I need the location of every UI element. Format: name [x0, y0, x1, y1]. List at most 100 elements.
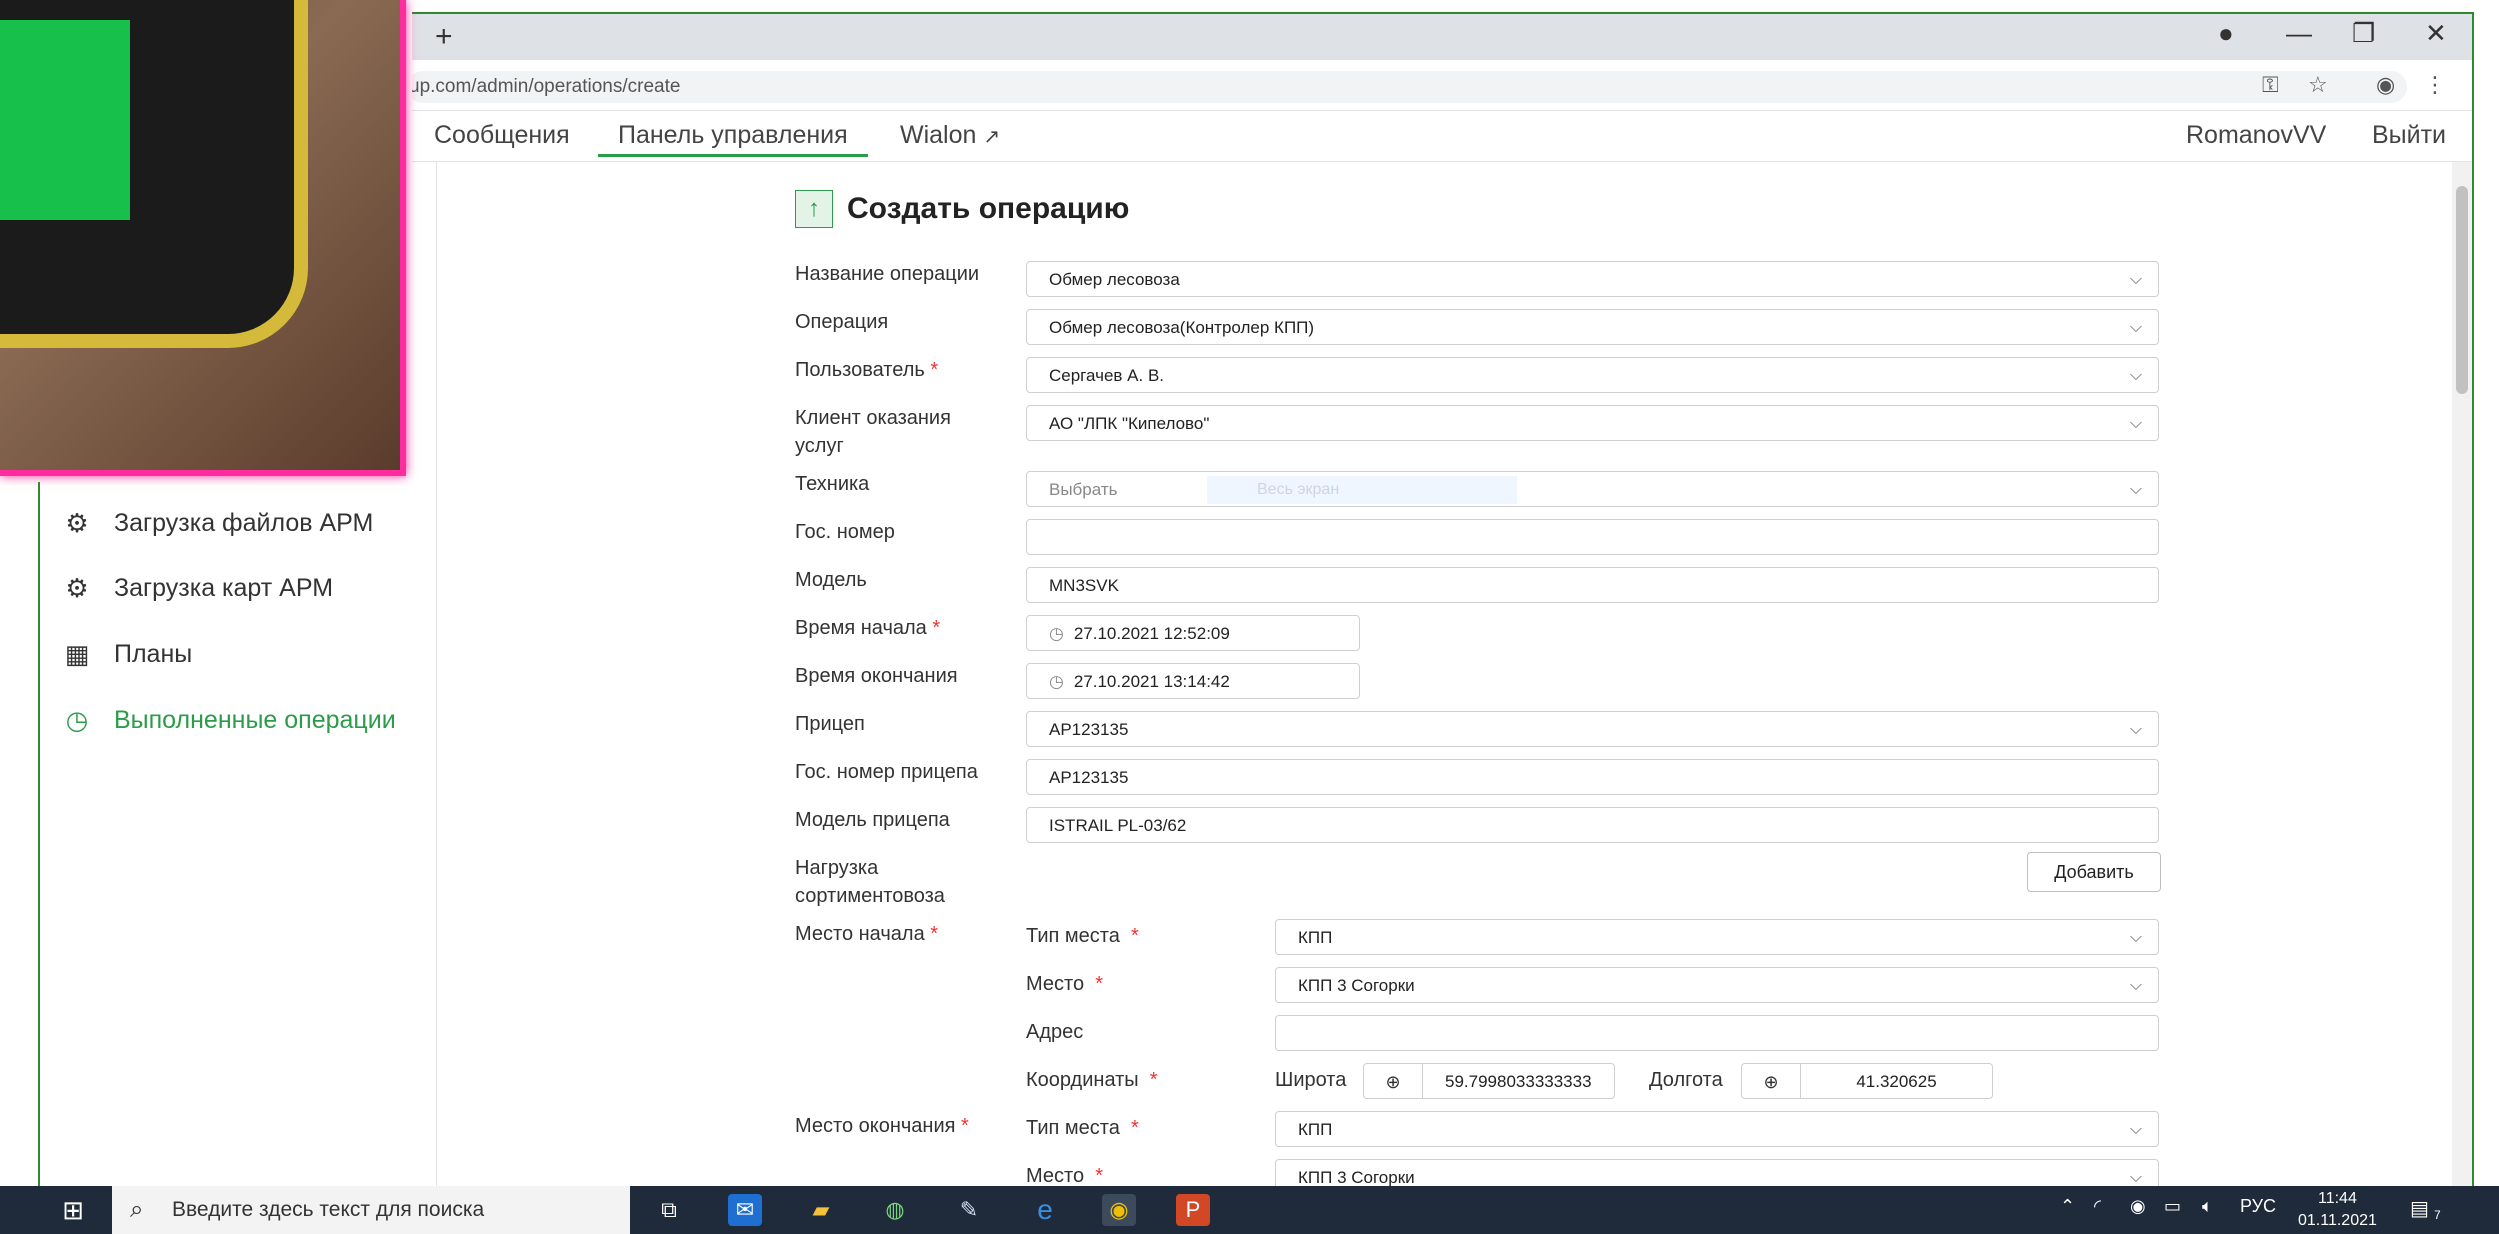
label-longitude: Долгота: [1649, 1069, 1723, 1091]
label-op-name: Название операции: [795, 263, 980, 285]
clock-icon: ◷: [1049, 672, 1064, 691]
label-end-place-name: Место *: [1026, 1165, 1103, 1188]
add-load-button[interactable]: Добавить: [2027, 852, 2161, 892]
start-place-type-value: КПП: [1298, 928, 1333, 947]
label-user-text: Пользователь: [795, 359, 925, 381]
key-icon[interactable]: ⚿: [2262, 72, 2279, 98]
label-start-place-text: Место начала: [795, 923, 925, 945]
operation-select[interactable]: Обмер лесовоза(Контролер КПП) ⌵: [1026, 309, 2159, 345]
tray-chevron-icon[interactable]: ⌃: [2060, 1196, 2075, 1217]
label-start-address: Адрес: [1026, 1021, 1084, 1043]
volume-icon[interactable]: 🔈︎: [2202, 1196, 2213, 1217]
profile-icon[interactable]: ◉: [2376, 72, 2395, 98]
sidebar-item-label: Выполненные операции: [114, 706, 396, 734]
profile-dropdown-icon[interactable]: ●: [2218, 18, 2234, 49]
powerpoint-icon[interactable]: P: [1176, 1194, 1210, 1226]
latitude-value: 59.7998033333333: [1445, 1072, 1592, 1091]
trailer-select[interactable]: АР123135 ⌵: [1026, 711, 2159, 747]
gear-icon: ⚙: [65, 573, 89, 603]
vertical-scrollbar[interactable]: [2452, 162, 2472, 1204]
chevron-down-icon: ⌵: [2129, 319, 2142, 336]
longitude-input[interactable]: 41.320625: [1801, 1063, 1993, 1099]
minimize-button[interactable]: —: [2286, 18, 2312, 49]
sidebar-item-label: Загрузка карт АРМ: [114, 574, 334, 602]
label-start-type: Тип места *: [1026, 925, 1139, 948]
windows-start-icon[interactable]: ⊞: [56, 1194, 90, 1226]
logout-link[interactable]: Выйти: [2372, 121, 2446, 150]
user-select[interactable]: Сергачев А. В. ⌵: [1026, 357, 2159, 393]
start-address-input[interactable]: [1275, 1015, 2159, 1051]
model-input[interactable]: MN3SVK: [1026, 567, 2159, 603]
gos-number-input[interactable]: [1026, 519, 2159, 555]
nav-wialon[interactable]: Wialon ↗: [900, 121, 1000, 150]
sidebar-item-label: Планы: [114, 640, 193, 668]
label-latitude: Широта: [1275, 1069, 1347, 1091]
required-mark: *: [1130, 925, 1139, 947]
main-content: ↑ Создать операцию Название операции Обм…: [437, 162, 2472, 1204]
clock-time[interactable]: 11:44: [2318, 1190, 2357, 1208]
sidebar-item-arm-maps[interactable]: ⚙ Загрузка карт АРМ: [62, 573, 333, 604]
chrome-icon[interactable]: ◉: [1102, 1194, 1136, 1226]
taskbar-search[interactable]: ⌕ Введите здесь текст для поиска: [112, 1186, 630, 1234]
label-end-type: Тип места *: [1026, 1117, 1139, 1140]
gear-icon: ⚙: [65, 508, 89, 538]
longitude-value: 41.320625: [1856, 1072, 1937, 1091]
file-explorer-icon[interactable]: ▰: [804, 1194, 838, 1226]
calendar-icon: ▦: [64, 639, 90, 669]
label-start-place-name: Место *: [1026, 973, 1103, 996]
sidebar-item-arm-files[interactable]: ⚙ Загрузка файлов АРМ: [62, 508, 373, 539]
new-tab-button[interactable]: +: [435, 20, 453, 54]
app-globe-icon[interactable]: ◍: [878, 1194, 912, 1226]
star-icon[interactable]: ☆: [2308, 72, 2328, 98]
app-pen-icon[interactable]: ✎: [952, 1194, 986, 1226]
latitude-input[interactable]: 59.7998033333333: [1423, 1063, 1615, 1099]
task-view-icon[interactable]: ⧉: [652, 1194, 686, 1226]
label-client: Клиент оказания услуг: [795, 407, 951, 457]
sidebar-item-plans[interactable]: ▦ Планы: [62, 639, 193, 670]
end-place-type-select[interactable]: КПП ⌵: [1275, 1111, 2159, 1147]
restore-button[interactable]: ❐: [2352, 18, 2375, 49]
trailer-model-value: ISTRAIL PL-03/62: [1049, 816, 1187, 835]
technique-select[interactable]: Выбрать Весь экран ⌵: [1026, 471, 2159, 507]
technique-placeholder: Выбрать: [1049, 480, 1118, 499]
chevron-down-icon: ⌵: [2129, 1121, 2142, 1138]
label-start-coords-text: Координаты: [1026, 1069, 1139, 1091]
op-name-select[interactable]: Обмер лесовоза ⌵: [1026, 261, 2159, 297]
device-photo: [0, 0, 406, 476]
nav-messages[interactable]: Сообщения: [434, 121, 570, 150]
required-mark: *: [961, 1115, 969, 1137]
close-window-button[interactable]: ✕: [2425, 18, 2447, 49]
clock-date[interactable]: 01.11.2021: [2298, 1212, 2377, 1230]
start-place-type-select[interactable]: КПП ⌵: [1275, 919, 2159, 955]
edge-icon[interactable]: e: [1028, 1194, 1062, 1226]
language-indicator[interactable]: РУС: [2240, 1196, 2276, 1217]
nav-control-panel[interactable]: Панель управления: [598, 121, 868, 157]
tray-app-icon[interactable]: ◉: [2130, 1196, 2146, 1217]
start-place-select[interactable]: КПП 3 Согорки ⌵: [1275, 967, 2159, 1003]
label-trailer-model: Модель прицепа: [795, 809, 950, 831]
label-end-place-name-text: Место: [1026, 1165, 1085, 1187]
op-name-value: Обмер лесовоза: [1049, 270, 1180, 289]
client-select[interactable]: АО "ЛПК "Кипелово" ⌵: [1026, 405, 2159, 441]
label-trailer: Прицеп: [795, 713, 865, 735]
sidebar-item-completed-operations[interactable]: ◷ Выполненные операции: [62, 705, 396, 736]
menu-icon[interactable]: ⋮: [2424, 72, 2446, 98]
chevron-down-icon: ⌵: [2129, 929, 2142, 946]
tray-network-icon[interactable]: ◜: [2094, 1196, 2101, 1217]
scrollbar-thumb[interactable]: [2456, 186, 2468, 394]
trailer-model-input[interactable]: ISTRAIL PL-03/62: [1026, 807, 2159, 843]
device-screen: [0, 20, 130, 220]
chevron-down-icon: ⌵: [2129, 271, 2142, 288]
url-field[interactable]: up.com/admin/operations/create: [407, 71, 2407, 103]
battery-icon[interactable]: ▭: [2164, 1196, 2181, 1217]
trailer-gos-value: АР123135: [1049, 768, 1129, 787]
label-trailer-gos: Гос. номер прицепа: [795, 761, 978, 783]
trailer-gos-input[interactable]: АР123135: [1026, 759, 2159, 795]
user-name[interactable]: RomanovVV: [2186, 121, 2326, 150]
notifications-icon[interactable]: ▤: [2410, 1196, 2429, 1221]
end-time-picker[interactable]: ◷ 27.10.2021 13:14:42: [1026, 663, 1360, 699]
required-mark: *: [1130, 1117, 1139, 1139]
label-end-place-text: Место окончания: [795, 1115, 956, 1137]
start-time-picker[interactable]: ◷ 27.10.2021 12:52:09: [1026, 615, 1360, 651]
outlook-icon[interactable]: ✉: [728, 1194, 762, 1226]
